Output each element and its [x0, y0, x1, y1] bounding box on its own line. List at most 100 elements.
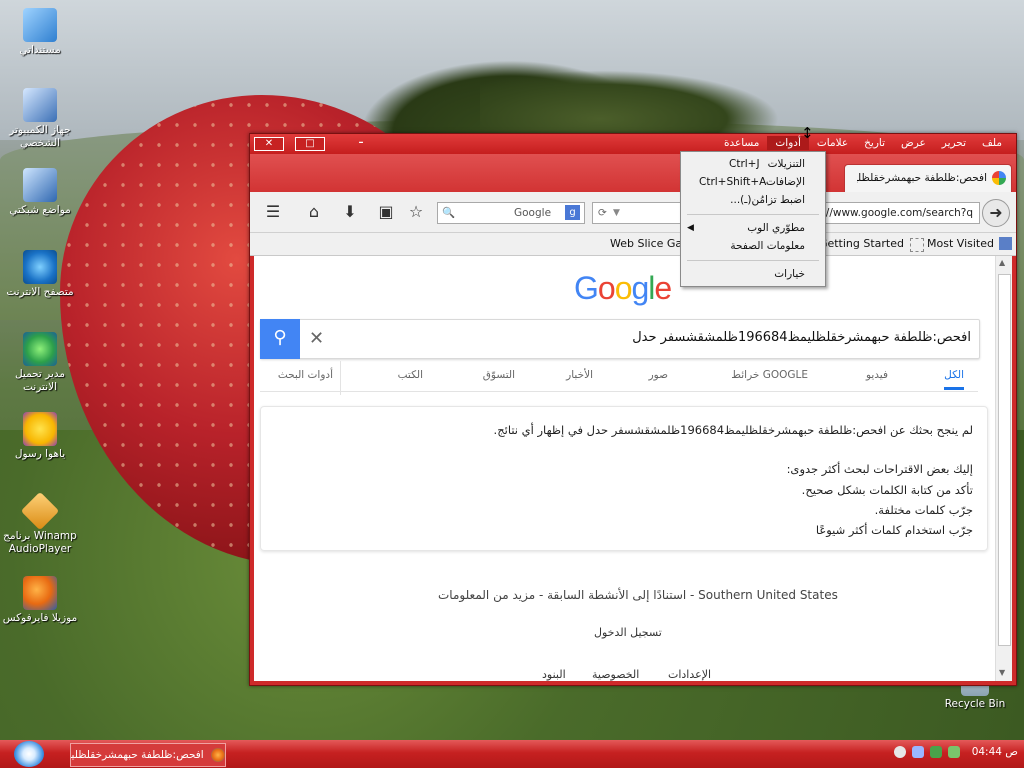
menu-bookmarks[interactable]: علامات [809, 136, 856, 150]
menu-item-web-developer[interactable]: مطوّري الوب [747, 222, 805, 234]
no-results-card: لم ينجح بحثك عن افحص:ظلطفة حبهمشرخقلظليم… [260, 406, 988, 551]
internet-explorer-icon [23, 250, 57, 284]
menu-item-sync[interactable]: اضبط تزامُن(ـ)... [730, 194, 805, 206]
vertical-scrollbar[interactable]: ▲ ▼ [995, 256, 1012, 681]
menu-item-options[interactable]: خيارات [774, 268, 805, 280]
tab-title: افحص:ظلطفة حبهمشرخقلظليمظ196684ظلمشقشسفر… [857, 172, 987, 184]
close-button[interactable]: ✕ [254, 137, 284, 151]
desktop-icon-yahoo[interactable]: ياهوا رسول [0, 412, 80, 461]
tray-status-icon[interactable] [894, 746, 906, 758]
menu-separator [687, 260, 819, 261]
location-line[interactable]: Southern United States - استنادًا إلى ال… [438, 588, 838, 602]
suggestion-item: جرّب كلمات مختلفة. [874, 503, 973, 517]
home-icon[interactable]: ⌂ [303, 201, 325, 223]
bookmark-star-icon[interactable]: ☆ [405, 201, 427, 223]
search-tabs: الكل فيديو خرائط GOOGLE صور الأخبار التس… [260, 361, 978, 395]
bookmark-folder-icon [910, 238, 924, 252]
taskbar-item-label: افحص:ظلطفة حبهمشرخقلظليمظ... [71, 749, 204, 761]
desktop-icon-label: مواضع شبكتي [9, 204, 71, 216]
start-button-icon[interactable] [14, 741, 44, 767]
search-bar[interactable]: 🔍 Google g [437, 202, 585, 224]
clear-search-icon[interactable]: ✕ [309, 328, 324, 349]
window-titlebar[interactable]: ✕ □ – ملف تحرير عرض تاريخ علامات أدوات م… [250, 134, 1016, 154]
winamp-icon [20, 491, 60, 531]
google-logo: Google [574, 270, 672, 306]
tab-videos[interactable]: فيديو [866, 369, 888, 381]
footer-settings[interactable]: الإعدادات [668, 668, 711, 681]
desktop-icon-ie[interactable]: متصفح الانترنت [0, 250, 80, 299]
footer-privacy[interactable]: الخصوصية [592, 668, 639, 681]
yahoo-messenger-icon [23, 412, 57, 446]
suggestions-title: إليك بعض الاقتراحات لبحث أكثر جدوى: [786, 462, 973, 476]
desktop-icon-label: متصفح الانترنت [6, 286, 74, 298]
tray-user-icon[interactable] [912, 746, 924, 758]
tabs-separator [340, 361, 341, 395]
dropdown-arrow-icon[interactable]: ▼ [613, 203, 620, 223]
tab-news[interactable]: الأخبار [566, 369, 593, 381]
desktop-icon-my-computer[interactable]: جهاز الكمبيوتر الشخصي [0, 88, 80, 150]
scroll-down-icon[interactable]: ▼ [999, 668, 1005, 677]
tab-all[interactable]: الكل [944, 369, 964, 390]
tab-strip: افحص:ظلطفة حبهمشرخقلظليمظ196684ظلمشقشسفر… [250, 154, 1016, 192]
reload-icon[interactable]: ⟳ [598, 203, 607, 223]
menu-separator [687, 214, 819, 215]
menu-item-addons[interactable]: الإضافات [766, 176, 805, 188]
footer-terms[interactable]: البنود [542, 668, 566, 681]
tray-network-icon[interactable] [930, 746, 942, 758]
bookmarks-icon [999, 237, 1012, 250]
desktop-icon-idm[interactable]: مدير تحميل الانترنت [0, 332, 80, 394]
search-button-icon[interactable]: ⚲ [260, 319, 300, 359]
search-icon: 🔍 [442, 207, 456, 219]
tray-idm-icon[interactable] [948, 746, 960, 758]
tab-images[interactable]: صور [649, 369, 668, 381]
bookmark-getting-started[interactable]: Getting Started [819, 237, 904, 250]
minimize-button[interactable]: – [347, 137, 375, 149]
search-engine-label: Google [514, 207, 552, 219]
shortcut-downloads: Ctrl+J [729, 158, 760, 170]
desktop-icon-firefox[interactable]: موزيلا فايرفوكس [0, 576, 80, 625]
menu-hamburger-icon[interactable]: ☰ [262, 201, 284, 223]
desktop-icon-label: مستنداتي [19, 44, 61, 56]
scroll-up-icon[interactable]: ▲ [999, 258, 1005, 267]
firefox-icon [211, 748, 225, 762]
tab-search-tools[interactable]: أدوات البحث [278, 369, 333, 381]
menu-history[interactable]: تاريخ [856, 136, 893, 150]
back-button[interactable]: ➜ [982, 199, 1010, 227]
desktop-icon-label: جهاز الكمبيوتر الشخصي [9, 124, 71, 149]
taskbar: افحص:ظلطفة حبهمشرخقلظليمظ... ص 04:44 [0, 740, 1024, 768]
network-places-icon [23, 168, 57, 202]
desktop-icon-network[interactable]: مواضع شبكتي [0, 168, 80, 217]
desktop-icon-label: مدير تحميل الانترنت [14, 368, 66, 393]
menu-view[interactable]: عرض [893, 136, 934, 150]
menu-edit[interactable]: تحرير [934, 136, 974, 150]
suggestion-item: تأكد من كتابة الكلمات بشكل صحيح. [801, 483, 973, 497]
documents-icon [23, 8, 57, 42]
desktop-icon-label: ياهوا رسول [14, 448, 66, 460]
search-engine-icon[interactable]: g [565, 205, 580, 220]
desktop-icon-label: برنامج Winamp AudioPlayer [3, 530, 77, 555]
submenu-arrow-icon: ◀ [687, 223, 694, 233]
shortcut-addons: Ctrl+Shift+A [699, 176, 767, 188]
tab-shopping[interactable]: التسوّق [483, 369, 515, 381]
menu-item-page-info[interactable]: معلومات الصفحة [730, 240, 805, 252]
page-content: Google ⚲ ✕ افحص:ظلطفة حبهمشرخقلظليمظ1966… [254, 256, 995, 681]
menu-help[interactable]: مساعدة [716, 136, 767, 150]
clock[interactable]: ص 04:44 [972, 746, 1018, 758]
tab-google-search[interactable]: افحص:ظلطفة حبهمشرخقلظليمظ196684ظلمشقشسفر… [844, 164, 1012, 192]
desktop-icon-documents[interactable]: مستنداتي [0, 8, 80, 57]
signin-link[interactable]: تسجيل الدخول [594, 626, 662, 639]
menu-file[interactable]: ملف [974, 136, 1010, 150]
tab-books[interactable]: الكتب [398, 369, 423, 381]
desktop-icon-winamp[interactable]: برنامج Winamp AudioPlayer [0, 491, 80, 556]
bookmark-most-visited[interactable]: Most Visited [927, 237, 994, 250]
tab-maps[interactable]: خرائط GOOGLE [731, 369, 808, 381]
menu-item-downloads[interactable]: التنزيلات [768, 158, 805, 170]
taskbar-firefox-item[interactable]: افحص:ظلطفة حبهمشرخقلظليمظ... [70, 743, 226, 767]
clipboard-icon[interactable]: ▣ [375, 201, 397, 223]
download-icon[interactable]: ⬇ [339, 201, 361, 223]
google-search-box[interactable]: ⚲ ✕ افحص:ظلطفة حبهمشرخقلظليمظ196684ظلمشق… [260, 319, 980, 359]
no-results-message: لم ينجح بحثك عن افحص:ظلطفة حبهمشرخقلظليم… [493, 423, 973, 437]
scrollbar-thumb[interactable] [998, 274, 1011, 646]
search-query[interactable]: افحص:ظلطفة حبهمشرخقلظليمظ196684ظلمشقشسفر… [632, 330, 971, 345]
maximize-button[interactable]: □ [295, 137, 325, 151]
